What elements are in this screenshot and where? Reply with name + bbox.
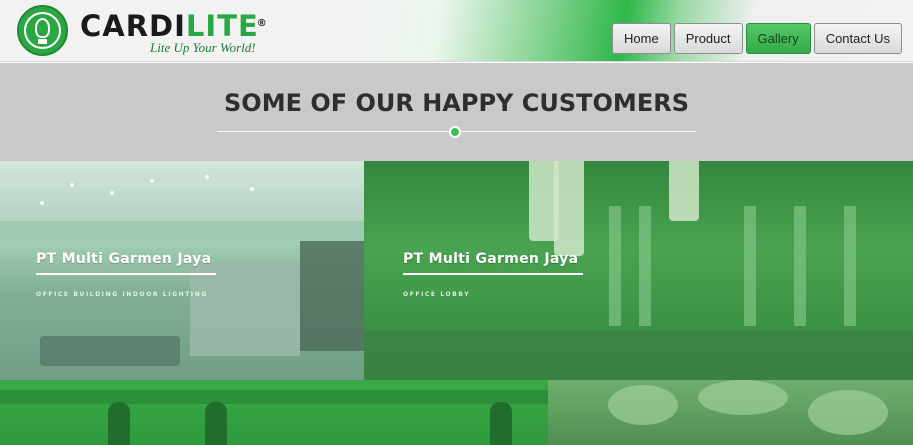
cardilite-seal-icon[interactable]	[17, 5, 68, 56]
photo-hanging-lamp	[108, 402, 130, 445]
tagline: Lite Up Your World!	[150, 40, 256, 55]
photo-wall-board	[190, 261, 300, 356]
ceiling-light	[70, 183, 74, 187]
gallery-tile-2[interactable]: PT Multi Garmen Jaya OFFICE LOBBY	[364, 161, 913, 380]
tile-title: PT Multi Garmen Jaya	[403, 251, 579, 267]
photo-foliage	[698, 380, 788, 415]
registered-mark: ®	[256, 18, 268, 29]
tile-subtitle: OFFICE LOBBY	[403, 291, 471, 298]
nav-contact-us-button[interactable]: Contact Us	[813, 23, 902, 54]
photo-window-pane	[639, 206, 651, 326]
photo-lobby-floor	[364, 331, 913, 380]
photo-window-pane	[844, 206, 856, 326]
photo-pendant-lamp	[669, 161, 699, 221]
ceiling-light	[250, 187, 254, 191]
tile-subtitle: OFFICE BUILDING INDOOR LIGHTING	[36, 291, 208, 298]
lightbulb-icon	[35, 18, 50, 38]
photo-hanging-lamp	[205, 402, 227, 445]
lightbulb-base	[38, 39, 47, 44]
photo-dark-wall	[300, 241, 364, 351]
tile-title-underline	[36, 273, 216, 275]
photo-ceiling-beam	[0, 390, 548, 404]
section-heading-band: SOME OF OUR HAPPY CUSTOMERS	[0, 63, 913, 161]
ceiling-light	[205, 175, 209, 179]
brand-part-2: LITE	[185, 9, 259, 43]
photo-foliage	[608, 385, 678, 425]
photo-window-pane	[609, 206, 621, 326]
green-dot-icon	[449, 126, 461, 138]
site-header: CARDILITE ® Lite Up Your World! Home Pro…	[0, 0, 913, 62]
ceiling-light	[40, 201, 44, 205]
ceiling-light	[110, 191, 114, 195]
photo-pendant-lamp	[554, 161, 584, 256]
tile-title: PT Multi Garmen Jaya	[36, 251, 212, 267]
nav-gallery-button[interactable]: Gallery	[745, 23, 811, 54]
tile-title-underline	[403, 273, 583, 275]
gallery-tile-3[interactable]	[0, 380, 548, 445]
brand-logo-text[interactable]: CARDILITE ®	[80, 9, 267, 43]
section-title: SOME OF OUR HAPPY CUSTOMERS	[224, 89, 689, 117]
photo-hanging-lamp	[490, 402, 512, 445]
main-nav: Home Product Gallery Contact Us	[612, 23, 902, 54]
nav-home-button[interactable]: Home	[612, 23, 671, 54]
photo-foliage	[808, 390, 888, 435]
photo-window-pane	[744, 206, 756, 326]
gallery-tile-1[interactable]: PT Multi Garmen Jaya OFFICE BUILDING IND…	[0, 161, 364, 380]
photo-window-pane	[794, 206, 806, 326]
photo-ceiling	[0, 161, 364, 221]
ceiling-light	[150, 179, 154, 183]
nav-product-button[interactable]: Product	[673, 23, 743, 54]
brand-part-1: CARDI	[80, 9, 186, 43]
photo-conference-table	[40, 336, 180, 366]
gallery-tile-4[interactable]	[548, 380, 913, 445]
